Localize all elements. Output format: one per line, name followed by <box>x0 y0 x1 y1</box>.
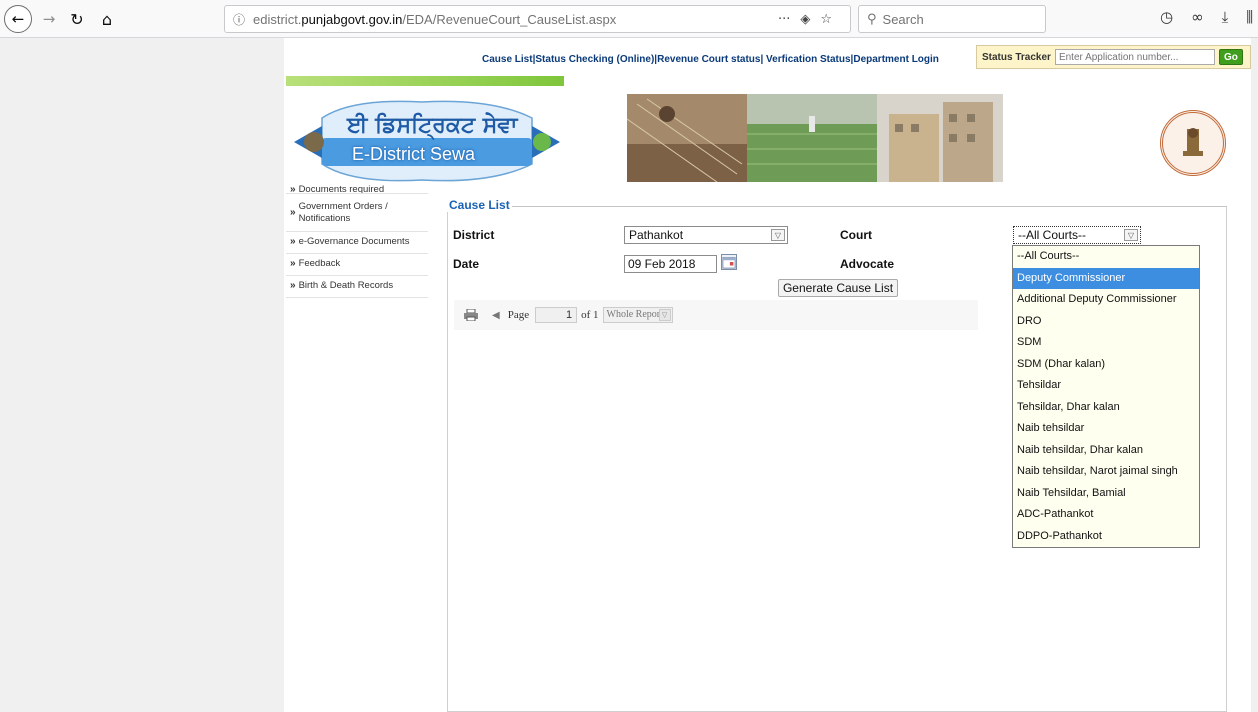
link-verification-status[interactable]: Verfication Status <box>763 54 850 65</box>
application-number-input[interactable] <box>1054 49 1215 65</box>
court-option[interactable]: DDPO-Pathankot <box>1013 526 1199 548</box>
district-label: District <box>453 228 495 242</box>
sidebar-item-label: e-Governance Documents <box>298 236 410 247</box>
page-margin-right <box>1251 38 1258 712</box>
search-bar[interactable]: ⚲ Search <box>858 5 1046 33</box>
sidebar-item-label: Birth & Death Records <box>298 280 394 291</box>
address-bar[interactable]: ⓘ edistrict. punjabgovt.gov.in/EDA/Revenu… <box>224 5 851 33</box>
photo-field <box>747 94 877 182</box>
generate-cause-list-button[interactable]: Generate Cause List <box>778 279 898 297</box>
photo-weaving <box>627 94 747 182</box>
infinity-icon[interactable]: ∞ <box>1191 8 1204 26</box>
url-prefix: edistrict. <box>253 11 302 27</box>
court-select[interactable]: --All Courts-- ▽ <box>1013 226 1141 244</box>
court-option[interactable]: Naib tehsildar, Narot jaimal singh <box>1013 461 1199 483</box>
logo-graphic <box>294 100 560 182</box>
chevron-down-icon[interactable]: ▽ <box>658 309 671 321</box>
punjab-govt-emblem <box>1160 110 1226 176</box>
url-domain: punjabgovt.gov.in <box>301 11 403 27</box>
sidebar: » Documents required » Government Orders… <box>286 184 428 298</box>
sidebar-item-birth-death-records[interactable]: » Birth & Death Records <box>286 276 428 298</box>
court-option[interactable]: DRO <box>1013 311 1199 333</box>
reload-icon[interactable]: ↻ <box>66 6 88 32</box>
search-placeholder: Search <box>882 11 924 27</box>
search-icon: ⚲ <box>867 11 877 27</box>
emblem-icon <box>1183 128 1203 156</box>
court-option[interactable]: Tehsildar <box>1013 375 1199 397</box>
chevron-down-icon[interactable]: ▽ <box>771 229 785 241</box>
sidebar-item-label: Feedback <box>298 258 341 269</box>
cause-list-legend: Cause List <box>447 198 512 212</box>
sidebar-item-label: Documents required <box>298 184 385 194</box>
print-icon[interactable] <box>464 309 478 321</box>
previous-page-icon[interactable]: ◀ <box>492 310 500 321</box>
calendar-icon[interactable] <box>721 254 737 270</box>
top-navigation: Cause List|Status Checking (Online)|Reve… <box>284 38 1251 76</box>
page-actions-icon[interactable]: ··· <box>778 12 790 27</box>
sidebar-item-feedback[interactable]: » Feedback <box>286 254 428 276</box>
page-margin-left <box>0 38 284 712</box>
header-banner: ਈ ਡਿਸਟ੍ਰਿਕਟ ਸੇਵਾ E-District Sewa <box>284 76 1251 186</box>
back-icon[interactable]: ← <box>4 5 32 33</box>
pocket-icon[interactable]: ◈ <box>800 12 810 27</box>
double-chevron-icon: » <box>290 184 296 194</box>
court-option[interactable]: SDM <box>1013 332 1199 354</box>
advocate-label: Advocate <box>840 257 895 271</box>
court-option[interactable]: SDM (Dhar kalan) <box>1013 354 1199 376</box>
district-select[interactable]: Pathankot ▽ <box>624 226 788 244</box>
url-path: /EDA/RevenueCourt_CauseList.aspx <box>402 11 617 27</box>
double-chevron-icon: » <box>290 236 296 247</box>
court-option[interactable]: Naib Tehsildar, Bamial <box>1013 483 1199 505</box>
court-dropdown-list: --All Courts-- Deputy Commissioner Additio… <box>1012 245 1200 548</box>
chevron-down-icon[interactable]: ▽ <box>1124 229 1138 241</box>
link-revenue-court-status[interactable]: Revenue Court status <box>657 54 760 65</box>
double-chevron-icon: » <box>290 280 296 291</box>
double-chevron-icon: » <box>290 258 296 269</box>
link-department-login[interactable]: Department Login <box>853 54 939 65</box>
forward-icon[interactable]: → <box>38 6 60 32</box>
e-district-logo[interactable]: ਈ ਡਿਸਟ੍ਰਿਕਟ ਸੇਵਾ E-District Sewa <box>292 98 562 184</box>
double-chevron-icon: » <box>290 206 296 218</box>
green-strip <box>286 76 564 86</box>
date-input[interactable]: 09 Feb 2018 <box>624 255 717 273</box>
court-option[interactable]: Additional Deputy Commissioner <box>1013 289 1199 311</box>
go-button[interactable]: Go <box>1218 49 1243 65</box>
court-value: --All Courts-- <box>1018 228 1086 242</box>
court-option[interactable]: Naib tehsildar <box>1013 418 1199 440</box>
logo-punjabi-text: ਈ ਡਿਸਟ੍ਰਿਕਟ ਸੇਵਾ <box>347 112 518 138</box>
sidebar-item-documents-required[interactable]: » Documents required <box>286 184 428 194</box>
link-status-checking[interactable]: Status Checking (Online) <box>535 54 654 65</box>
status-tracker-label: Status Tracker <box>982 51 1051 63</box>
court-option[interactable]: --All Courts-- <box>1013 246 1199 268</box>
page-number-input[interactable]: 1 <box>535 307 578 323</box>
court-option[interactable]: Tehsildar, Dhar kalan <box>1013 397 1199 419</box>
report-value: Whole Report <box>606 309 663 320</box>
banner-photos <box>627 94 1003 182</box>
status-tracker: Status Tracker Go <box>976 45 1251 69</box>
date-label: Date <box>453 257 480 271</box>
info-icon[interactable]: ⓘ <box>233 11 245 28</box>
court-option[interactable]: Deputy Commissioner <box>1013 267 1199 289</box>
bookmark-star-icon[interactable]: ☆ <box>820 12 832 27</box>
top-links: Cause List|Status Checking (Online)|Reve… <box>482 54 939 65</box>
page-count-label: of 1 <box>581 309 599 321</box>
court-option[interactable]: ADC-Pathankot <box>1013 504 1199 526</box>
sidebar-item-government-orders[interactable]: » Government Orders / Notifications <box>286 194 428 232</box>
page-label: Page <box>507 309 530 321</box>
district-value: Pathankot <box>629 228 684 242</box>
report-select[interactable]: Whole Report ▽ <box>602 307 673 323</box>
court-label: Court <box>840 228 872 242</box>
history-clock-icon[interactable]: ◷ <box>1160 8 1173 26</box>
logo-english-text: E-District Sewa <box>352 144 476 164</box>
photo-building <box>877 94 1003 182</box>
browser-toolbar: ← → ↻ ⌂ ⓘ edistrict. punjabgovt.gov.in/ED… <box>0 0 1258 38</box>
sidebar-item-label: Government Orders / Notifications <box>298 200 388 224</box>
sidebar-item-e-governance-documents[interactable]: » e-Governance Documents <box>286 232 428 254</box>
download-icon[interactable]: ⤓ <box>1222 8 1229 26</box>
report-viewer-toolbar: ◀ Page 1 of 1 Whole Report ▽ <box>454 300 978 330</box>
court-option[interactable]: Naib tehsildar, Dhar kalan <box>1013 440 1199 462</box>
link-cause-list[interactable]: Cause List <box>482 54 533 65</box>
library-icon[interactable]: ⫼ <box>1246 8 1253 26</box>
home-icon[interactable]: ⌂ <box>96 6 118 32</box>
